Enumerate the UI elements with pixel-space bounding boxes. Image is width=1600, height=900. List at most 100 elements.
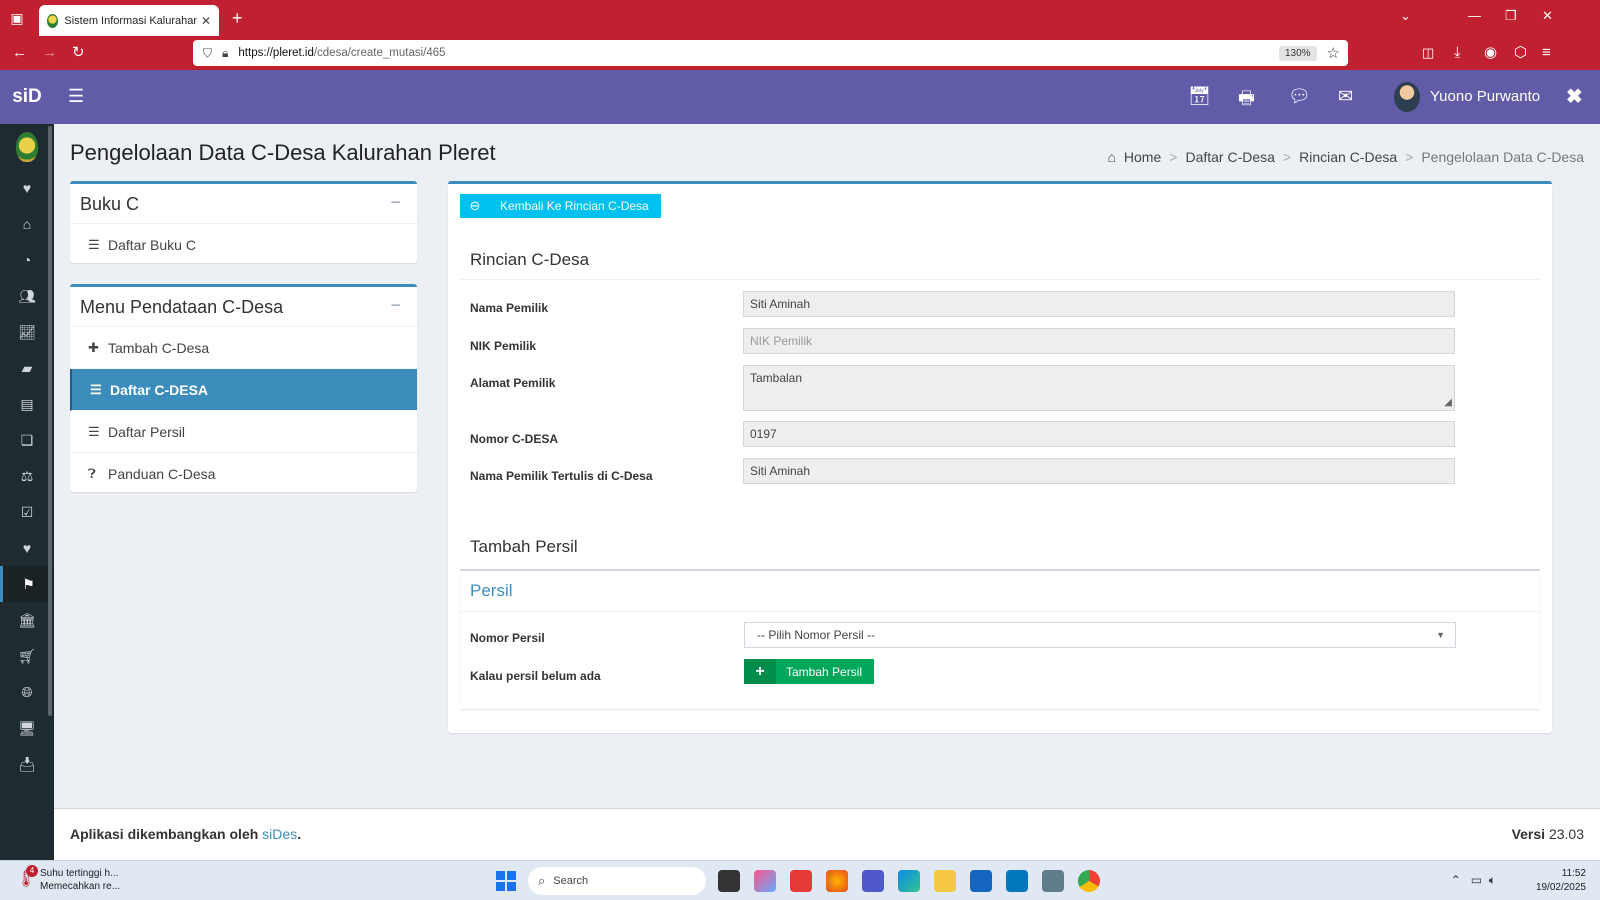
taskbar-search[interactable]: ⌕ Search [528,867,706,895]
brand-logo[interactable]: siD [0,70,54,124]
nama-pemilik-field[interactable]: Siti Aminah [743,291,1455,317]
weather-widget[interactable]: 🌡︎ 4 Suhu tertinggi h... Memecahkan re..… [16,865,120,893]
alamat-pemilik-label: Alamat Pemilik [470,376,556,390]
menu-item-tambah-cdesa[interactable]: ✚ Tambah C-Desa [70,327,417,369]
office-icon[interactable] [790,870,812,892]
chevron-up-icon[interactable]: ⌃ [1451,873,1461,887]
sidebar-item-web[interactable]: 🌐︎ [0,674,54,710]
app-menu-icon[interactable]: ≡ [1542,44,1551,62]
reload-icon[interactable]: ↻ [72,44,85,62]
bank-icon: 🏛︎ [18,611,36,628]
back-to-rincian-button[interactable]: ⊖ Kembali Ke Rincian C-Desa [460,194,661,218]
pocket-icon[interactable]: ◫ [1422,44,1434,62]
mail-icon[interactable]: ✉ [1338,86,1353,107]
camera-icon[interactable] [1042,870,1064,892]
store-icon[interactable] [970,870,992,892]
minimize-icon[interactable]: — [1468,8,1481,23]
browser-tab[interactable]: Sistem Informasi Kalurahan Pleret ✕ [39,5,219,36]
sidebar-item-documents[interactable]: ❏ [0,422,54,458]
sidebar-item-legal[interactable]: ⚖ [0,458,54,494]
extensions-icon[interactable]: ⬡ [1514,44,1527,62]
sidebar-item-welfare[interactable]: ♥ [0,530,54,566]
footer-sides-link[interactable]: siDes [262,826,297,842]
breadcrumb: ⌂ Home > Daftar C-Desa > Rincian C-Desa … [1107,149,1584,165]
bookmark-star-icon[interactable]: ☆ [1327,44,1340,62]
download-icon[interactable]: ⤓ [1454,44,1461,62]
url-text[interactable]: https://pleret.id/cdesa/create_mutasi/46… [238,47,1279,59]
network-icon[interactable]: ▭ [1471,873,1482,887]
menu-item-daftar-persil[interactable]: ☰ Daftar Persil [70,411,417,453]
close-icon[interactable]: ✖ [1566,84,1583,109]
line-chart-icon: 📈︎ [18,323,36,340]
persil-box: Persil Nomor Persil -- Pilih Nomor Persi… [460,569,1540,709]
hamburger-menu-icon[interactable]: ☰ [68,86,84,107]
back-icon[interactable]: ← [12,44,27,62]
sidebar-item-desktop[interactable]: 🖥︎ [0,710,54,746]
chat-icon[interactable]: 💬︎ [1288,86,1311,107]
sidebar-item-statistics[interactable]: 📈︎ [0,314,54,350]
copilot-icon[interactable] [754,870,776,892]
system-tray[interactable]: ⌃ ▭ 🔈︎ [1451,873,1496,888]
user-name[interactable]: Yuono Purwanto [1430,88,1540,105]
print-icon[interactable]: 🖶︎ [1238,86,1255,116]
file-explorer-icon[interactable] [934,870,956,892]
sidebar-item-population[interactable]: 👥︎ [0,278,54,314]
sidebar-item-checklist[interactable]: ☑ [0,494,54,530]
account-icon[interactable]: ◉ [1484,44,1497,62]
menu-item-daftar-buku-c[interactable]: ☰ Daftar Buku C [70,224,417,266]
edge-icon[interactable] [898,870,920,892]
tab-list-icon[interactable]: ▣ [8,9,26,27]
weather-title: Suhu tertinggi h... [40,868,119,879]
calendar-icon[interactable]: 📅︎ [1188,86,1211,107]
resize-handle-icon[interactable]: ◢ [1444,397,1452,408]
heartbeat-icon: ♥ [22,180,32,196]
sidebar-item-inbox[interactable]: 📥︎ [0,746,54,782]
windows-start-icon[interactable] [496,871,516,891]
taskbar-clock[interactable]: 11:52 19/02/2025 [1536,867,1586,895]
collapse-minus-icon[interactable]: − [390,192,401,213]
firefox-icon[interactable] [826,870,848,892]
section-divider [460,279,1540,280]
nomor-persil-select[interactable]: -- Pilih Nomor Persil -- ▼ [744,622,1456,648]
breadcrumb-daftar-cdesa[interactable]: Daftar C-Desa [1185,149,1274,165]
task-view-icon[interactable] [718,870,740,892]
browser-tab-strip: ▣ Sistem Informasi Kalurahan Pleret ✕ + … [0,0,1600,36]
tambah-persil-button[interactable]: + Tambah Persil [744,659,874,684]
sidebar-item-shop[interactable]: 🛒︎ [0,638,54,674]
lock-icon[interactable]: 🔒︎ [222,46,228,61]
breadcrumb-home[interactable]: Home [1124,149,1161,165]
sidebar-item-land[interactable]: ⚑ [0,566,54,602]
avatar[interactable] [1394,82,1420,112]
footer-credit: Aplikasi dikembangkan oleh siDes. [70,826,302,842]
chrome-icon[interactable] [1078,870,1100,892]
browser-nav-bar: ← → ↻ ⛉ 🔒︎ https://pleret.id/cdesa/creat… [0,36,1600,70]
cart-icon: 🛒︎ [18,647,36,664]
mail-app-icon[interactable] [1006,870,1028,892]
nama-tertulis-field[interactable]: Siti Aminah [743,458,1455,484]
sidebar-item-archive[interactable]: ▤ [0,386,54,422]
restore-icon[interactable]: ❐ [1505,8,1517,24]
new-tab-icon[interactable]: + [232,8,243,29]
sidebar-item-assets[interactable]: 🏛︎ [0,602,54,638]
sidebar-item-letters[interactable]: ▰ [0,350,54,386]
nomor-cdesa-field[interactable]: 0197 [743,421,1455,447]
teams-icon[interactable] [862,870,884,892]
close-window-icon[interactable]: ✕ [1542,8,1553,24]
url-bar[interactable]: ⛉ 🔒︎ https://pleret.id/cdesa/create_muta… [193,40,1348,66]
menu-item-panduan-cdesa[interactable]: ❓︎ Panduan C-Desa [70,453,417,495]
menu-item-daftar-cdesa[interactable]: ☰ Daftar C-DESA [70,369,417,411]
nik-pemilik-field[interactable]: NIK Pemilik [743,328,1455,354]
volume-icon[interactable]: 🔈︎ [1489,873,1496,887]
sidebar-scrollbar[interactable] [48,126,52,716]
sidebar-item-home[interactable]: ⌂ [0,206,54,242]
shield-icon[interactable]: ⛉ [203,46,212,61]
collapse-minus-icon[interactable]: − [390,295,401,316]
zoom-level[interactable]: 130% [1278,45,1317,61]
tab-overflow-chevron-icon[interactable]: ⌄ [1400,8,1411,24]
sidebar-item-dashboard[interactable]: ◔ [0,242,54,278]
alamat-pemilik-textarea[interactable]: Tambalan ◢ [743,365,1455,411]
sidebar-item-health[interactable]: ♥ [0,170,54,206]
forward-icon[interactable]: → [42,44,57,62]
breadcrumb-rincian-cdesa[interactable]: Rincian C-Desa [1299,149,1397,165]
close-tab-icon[interactable]: ✕ [201,14,211,28]
